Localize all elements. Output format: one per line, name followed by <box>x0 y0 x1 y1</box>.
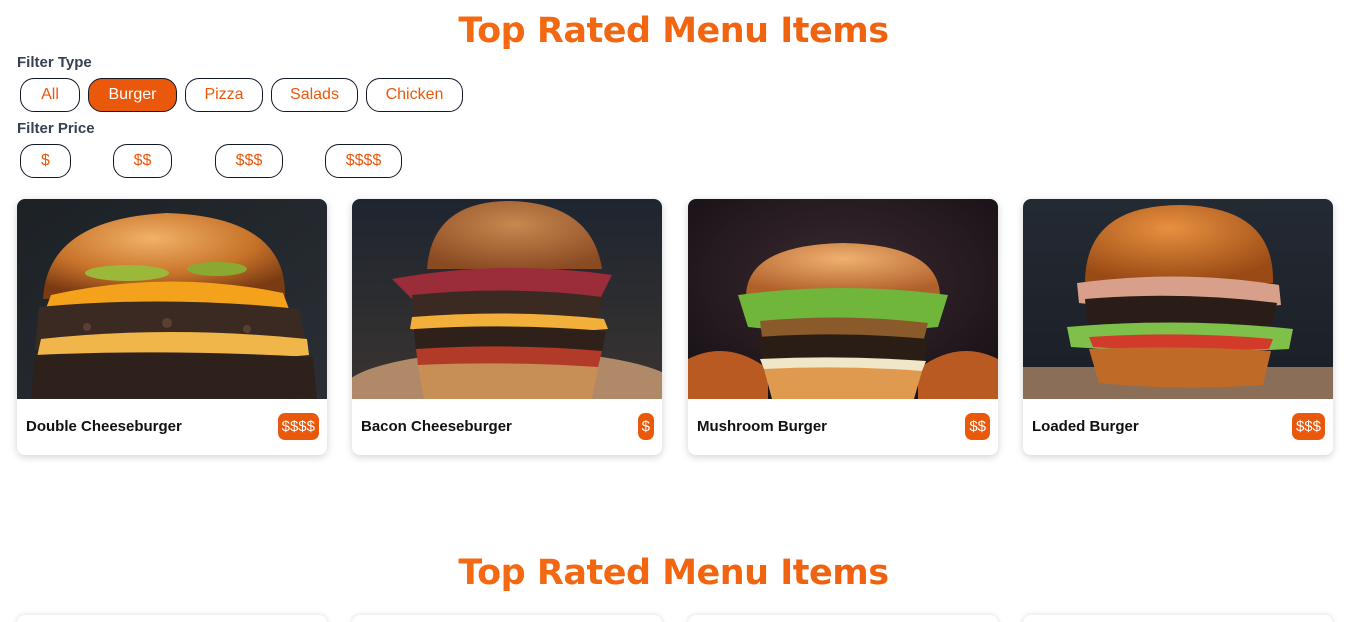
filter-price-label: Filter Price <box>17 120 95 137</box>
filter-price-2-button[interactable]: $$ <box>113 144 172 178</box>
menu-item-card[interactable]: Mushroom Burger $$ <box>688 199 998 455</box>
filter-type-label: Filter Type <box>17 54 92 71</box>
menu-item-price-badge: $$ <box>965 413 990 440</box>
menu-item-card[interactable]: Loaded Burger $$$ <box>1023 199 1333 455</box>
menu-item-price-badge: $$$ <box>1291 413 1325 440</box>
menu-item-card-partial[interactable] <box>17 615 327 622</box>
menu-item-price-badge: $ <box>637 413 654 440</box>
bacon-cheeseburger-image <box>352 199 662 399</box>
menu-item-name: Double Cheeseburger <box>26 418 182 435</box>
filter-price-4-button[interactable]: $$$$ <box>325 144 402 178</box>
mushroom-burger-image <box>688 199 998 399</box>
menu-item-card[interactable]: Double Cheeseburger $$$$ <box>17 199 327 455</box>
filter-type-all-button[interactable]: All <box>20 78 80 112</box>
double-cheeseburger-image <box>17 199 327 399</box>
menu-item-card-partial[interactable] <box>1023 615 1333 622</box>
filter-type-chicken-button[interactable]: Chicken <box>366 78 463 112</box>
menu-item-name: Mushroom Burger <box>697 418 828 435</box>
menu-item-price-badge: $$$$ <box>277 413 319 440</box>
menu-item-card[interactable]: Bacon Cheeseburger $ <box>352 199 662 455</box>
filter-type-salads-button[interactable]: Salads <box>271 78 358 112</box>
menu-item-name: Loaded Burger <box>1032 418 1139 435</box>
section-title: Top Rated Menu Items <box>0 11 1347 51</box>
filter-type-burger-button[interactable]: Burger <box>88 78 177 112</box>
loaded-burger-image <box>1023 199 1333 399</box>
filter-price-1-button[interactable]: $ <box>20 144 71 178</box>
filter-price-3-button[interactable]: $$$ <box>215 144 283 178</box>
menu-item-card-partial[interactable] <box>688 615 998 622</box>
filter-type-pizza-button[interactable]: Pizza <box>185 78 263 112</box>
menu-item-card-partial[interactable] <box>352 615 662 622</box>
section-title-second: Top Rated Menu Items <box>0 553 1347 593</box>
menu-item-name: Bacon Cheeseburger <box>361 418 512 435</box>
